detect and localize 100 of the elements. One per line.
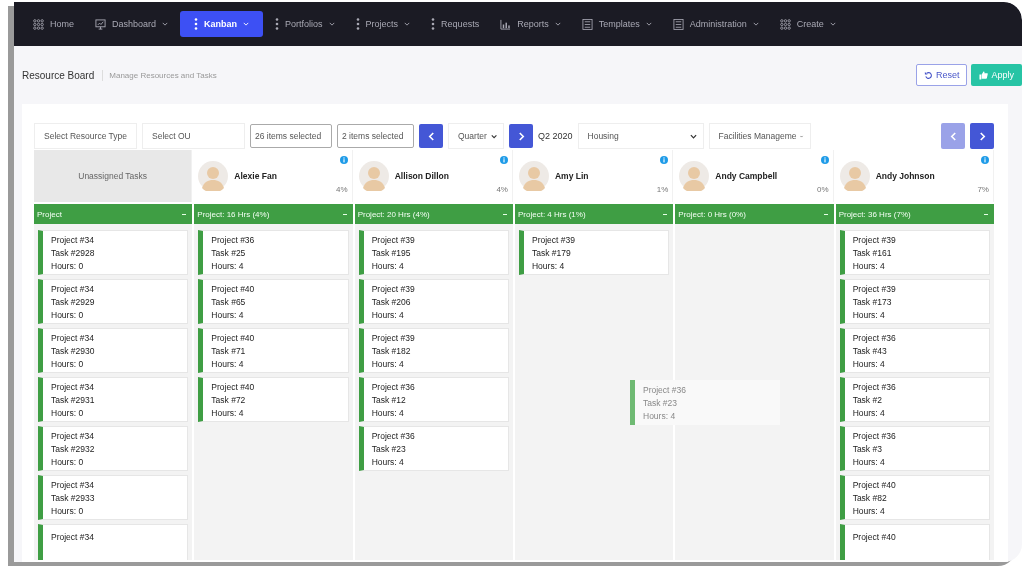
card-hours: Hours: 4 [371,407,405,418]
period-select[interactable]: Quarter [448,123,504,149]
presentation-icon [95,18,106,30]
task-card[interactable]: Project #34 Task #2928 Hours: 0 [38,230,189,275]
card-project: Project #40 [852,532,897,542]
task-card[interactable]: Project #36 Task #2 Hours: 4 [839,377,990,422]
card-project: Project #39 [532,234,576,245]
next-page-button[interactable] [970,123,994,149]
card-project: Project #40 [211,332,256,343]
dots-icon [194,18,199,30]
card-hours: Hours: 4 [852,505,886,516]
column-title: Unassigned Tasks [78,171,148,181]
card-task: Task #71 [211,345,247,356]
card-hours: Hours: 0 [51,309,85,320]
task-card[interactable]: Project #34 Task #2931 Hours: 0 [38,377,189,422]
nav-item[interactable]: Projects [346,11,420,37]
reset-button[interactable]: Reset [915,64,968,86]
caret-icon [404,22,411,26]
task-card[interactable]: Project #34 Task #2933 Hours: 0 [38,475,189,520]
task-card[interactable]: Project #40 Task #65 Hours: 4 [198,279,349,324]
multi-select[interactable]: 2 items selected [337,124,414,148]
task-card[interactable]: Project #39 Task #173 Hours: 4 [839,279,990,324]
avatar-icon [839,161,870,191]
nav-item[interactable]: Requests [422,11,489,37]
nav-item[interactable]: Reports [491,11,570,37]
task-card[interactable]: Project #36 Task #25 Hours: 4 [198,230,349,275]
dragged-task-card[interactable]: Project #36 Task #23 Hours: 4 [630,380,780,425]
info-icon[interactable] [660,156,669,164]
caret-icon [162,22,169,26]
card-hours: Hours: 4 [211,309,245,320]
avatar-icon [679,161,710,191]
card-hours: Hours: 4 [852,309,886,320]
task-card[interactable]: Project #40 [839,524,990,560]
info-icon[interactable] [500,156,508,164]
info-icon[interactable] [980,156,989,164]
card-project: Project #36 [371,430,416,441]
nav-item[interactable]: Home [24,11,83,37]
info-icon[interactable] [339,156,348,164]
task-card[interactable]: Project #36 Task #12 Hours: 4 [358,377,509,422]
person-name: Amy Lin [555,171,589,181]
task-card[interactable]: Project #36 Task #23 Hours: 4 [358,426,509,471]
card-project: Project #36 [643,384,687,395]
period-label: Q2 2020 [538,131,573,141]
card-hours: Hours: 4 [371,309,405,320]
card-task: Task #2932 [51,443,96,454]
card-task: Task #2929 [51,296,96,307]
resource-type-select[interactable]: Select Resource Type [34,123,137,149]
card-project: Project #34 [51,283,95,294]
nav-item[interactable]: Kanban [180,11,264,37]
card-task: Task #72 [211,394,247,405]
task-card[interactable]: Project #39 Task #195 Hours: 4 [358,230,509,275]
task-card[interactable]: Project #36 Task #3 Hours: 4 [839,426,990,471]
nav-item[interactable]: Administration [663,11,768,37]
card-hours: Hours: 0 [51,407,85,418]
task-card[interactable]: Project #34 Task #2930 Hours: 0 [38,328,189,373]
department-select[interactable]: Housing [577,123,704,149]
task-card[interactable]: Project #34 [38,524,189,560]
info-icon[interactable] [820,156,829,164]
nav-item[interactable]: Templates [572,11,661,37]
task-card[interactable]: Project #34 Task #2929 Hours: 0 [38,279,189,324]
card-task: Task #206 [371,296,412,307]
next-button[interactable] [509,124,533,148]
ou-field[interactable]: Select OU [142,123,245,149]
dots-icon [275,18,280,30]
task-card[interactable]: Project #39 Task #182 Hours: 4 [358,328,509,373]
chevron-left-icon [949,131,957,141]
bar-chart-icon [500,18,512,30]
card-project: Project #34 [51,430,95,441]
card-hours: Hours: 4 [852,260,886,271]
card-project: Project #40 [211,283,256,294]
card-hours: Hours: 4 [371,260,405,271]
card-hours: Hours: 4 [643,410,677,421]
task-card[interactable]: Project #34 Task #2932 Hours: 0 [38,426,189,471]
nav-item[interactable]: Dashboard [86,11,178,37]
task-card[interactable]: Project #39 Task #179 Hours: 4 [519,230,670,275]
person-name: Andy Johnson [875,171,935,181]
card-project: Project #36 [211,234,256,245]
nav-item[interactable]: Create [770,11,845,37]
multi-select[interactable]: 26 items selected [250,124,332,148]
card-project: Project #34 [51,479,95,490]
nav-item[interactable]: Portfolios [266,11,344,37]
card-task: Task #2 [852,394,883,405]
person-name: Andy Campbell [715,171,778,181]
task-card[interactable]: Project #39 Task #206 Hours: 4 [358,279,509,324]
group-select[interactable]: Facilities Manageme [708,123,811,149]
task-card[interactable]: Project #40 Task #82 Hours: 4 [839,475,990,520]
card-project: Project #39 [852,234,897,245]
previous-button[interactable] [419,124,443,148]
task-card[interactable]: Project #39 Task #161 Hours: 4 [839,230,990,275]
caret-icon [554,22,561,26]
task-card[interactable]: Project #40 Task #71 Hours: 4 [198,328,349,373]
utilization-percent: 1% [656,185,669,194]
card-project: Project #40 [211,381,256,392]
task-card[interactable]: Project #40 Task #72 Hours: 4 [198,377,349,422]
card-hours: Hours: 4 [532,260,566,271]
card-project: Project #36 [852,332,897,343]
card-hours: Hours: 0 [51,260,85,271]
task-card[interactable]: Project #36 Task #43 Hours: 4 [839,328,990,373]
card-project: Project #39 [371,332,416,343]
card-task: Task #173 [852,296,893,307]
